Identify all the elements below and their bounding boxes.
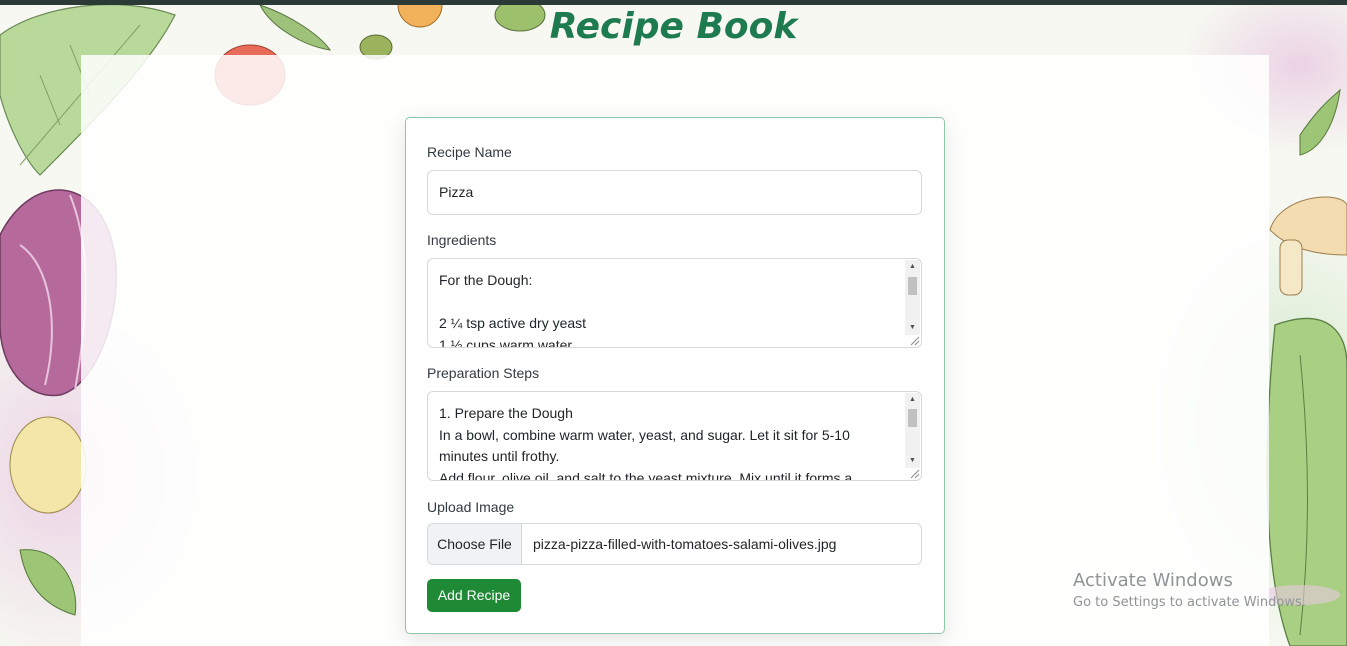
scroll-up-arrow-icon[interactable]: ▲	[905, 393, 920, 407]
add-recipe-button[interactable]: Add Recipe	[427, 579, 521, 612]
page-title: Recipe Book	[549, 6, 798, 47]
recipe-name-input[interactable]: Pizza	[427, 170, 922, 215]
recipe-name-label: Recipe Name	[427, 144, 512, 160]
upload-image-label: Upload Image	[427, 499, 515, 515]
scroll-thumb[interactable]	[908, 277, 917, 295]
steps-scrollbar[interactable]: ▲ ▼	[905, 393, 920, 468]
selected-file-name: pizza-pizza-filled-with-tomatoes-salami-…	[533, 536, 837, 552]
preparation-steps-text: 1. Prepare the Dough In a bowl, combine …	[439, 405, 853, 481]
watermark-subtitle: Go to Settings to activate Windows.	[1073, 595, 1306, 610]
image-file-input[interactable]: Choose File pizza-pizza-filled-with-toma…	[427, 523, 922, 565]
activate-windows-watermark: Activate Windows Go to Settings to activ…	[1073, 570, 1306, 610]
scroll-down-arrow-icon[interactable]: ▼	[905, 454, 920, 468]
recipe-form: Recipe Name Pizza Ingredients For the Do…	[405, 117, 945, 634]
preparation-steps-label: Preparation Steps	[427, 365, 540, 381]
choose-file-button[interactable]: Choose File	[428, 524, 522, 564]
ingredients-label: Ingredients	[427, 232, 497, 248]
watermark-title: Activate Windows	[1073, 570, 1233, 591]
resize-handle-icon[interactable]	[908, 467, 920, 479]
ingredients-textarea[interactable]: For the Dough: 2 ¼ tsp active dry yeast …	[427, 258, 922, 348]
ingredients-text: For the Dough: 2 ¼ tsp active dry yeast …	[439, 272, 587, 348]
scroll-thumb[interactable]	[908, 409, 917, 427]
resize-handle-icon[interactable]	[908, 334, 920, 346]
preparation-steps-textarea[interactable]: 1. Prepare the Dough In a bowl, combine …	[427, 391, 922, 481]
ingredients-scrollbar[interactable]: ▲ ▼	[905, 260, 920, 335]
scroll-down-arrow-icon[interactable]: ▼	[905, 321, 920, 335]
scroll-up-arrow-icon[interactable]: ▲	[905, 260, 920, 274]
